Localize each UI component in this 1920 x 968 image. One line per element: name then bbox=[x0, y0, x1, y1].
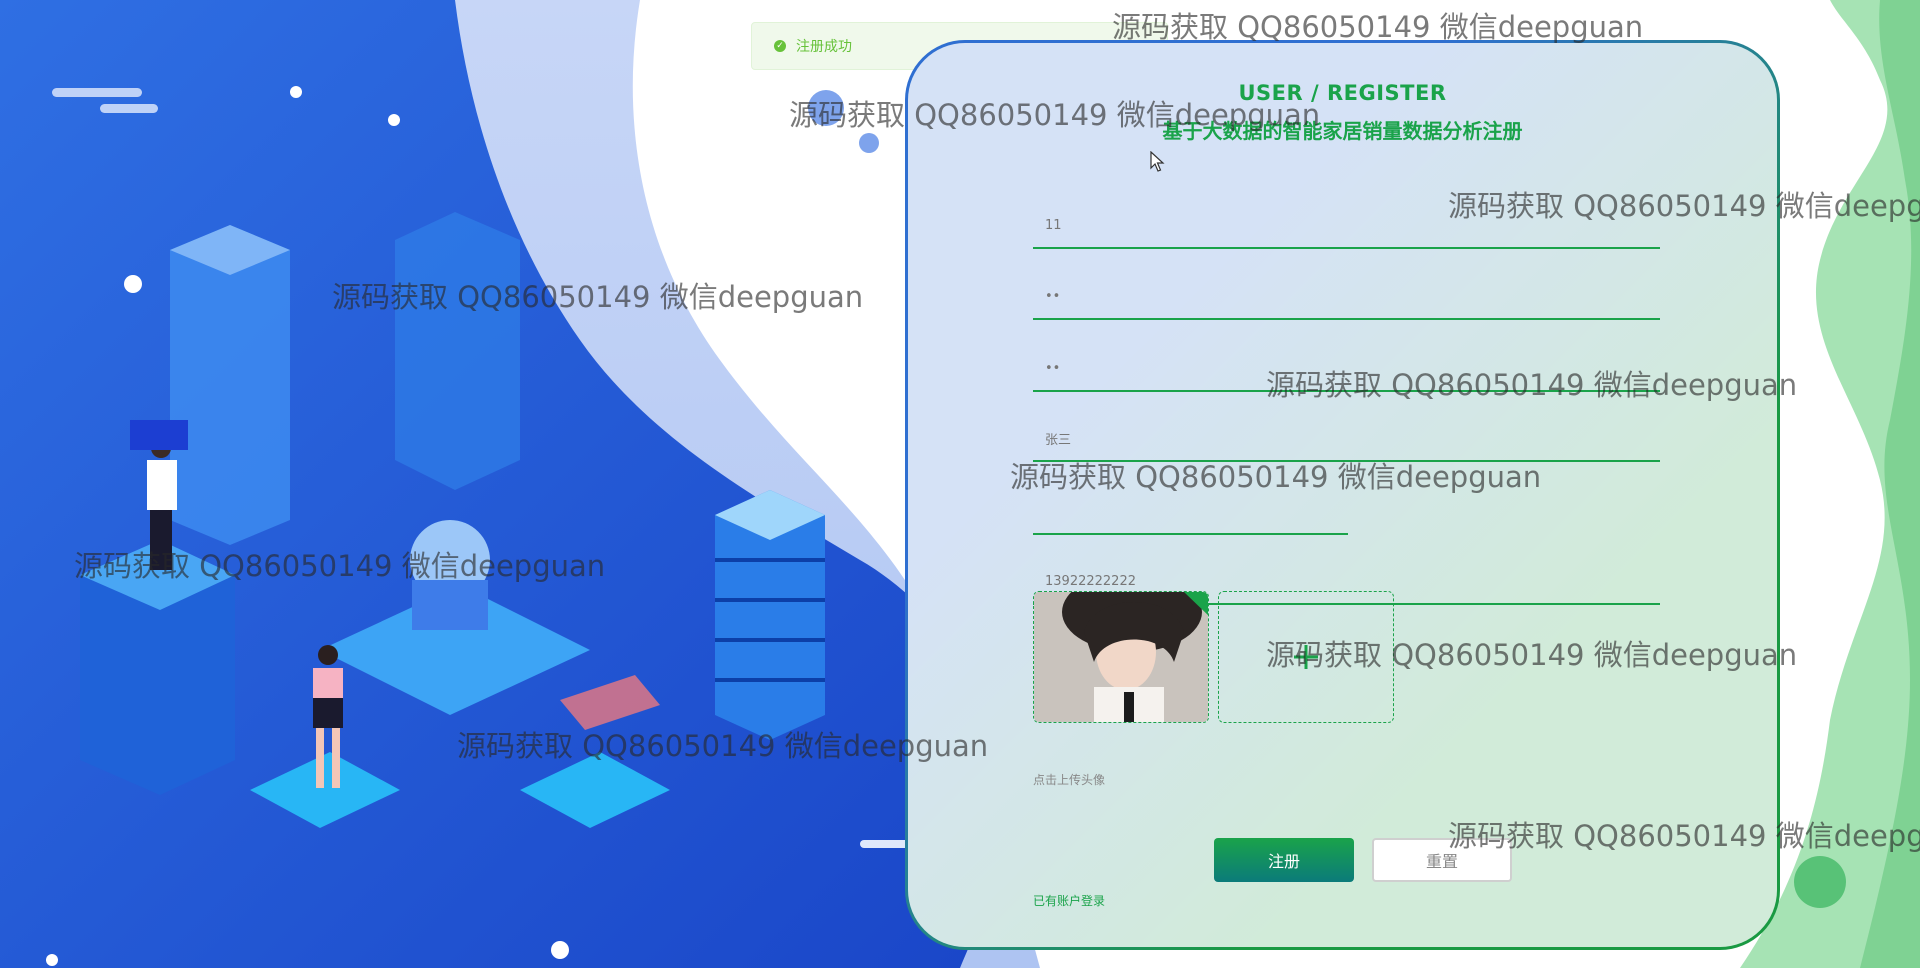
avatar-upload-button[interactable] bbox=[1218, 591, 1394, 723]
confirm-password-field-wrap bbox=[1033, 346, 1660, 392]
plus-icon bbox=[1294, 645, 1318, 669]
confirm-password-input[interactable] bbox=[1033, 346, 1660, 390]
register-card: USER / REGISTER 基于大数据的智能家居销量数据分析注册 11 ••… bbox=[905, 40, 1780, 950]
account-field-wrap bbox=[1033, 203, 1660, 249]
login-link[interactable]: 已有账户登录 bbox=[1033, 892, 1105, 909]
title-en: USER / REGISTER bbox=[1238, 81, 1447, 105]
name-field-wrap bbox=[1033, 416, 1660, 462]
name-input[interactable] bbox=[1033, 416, 1660, 460]
avatar-image bbox=[1034, 592, 1208, 722]
register-button[interactable]: 注册 bbox=[1214, 838, 1354, 882]
password-field-wrap bbox=[1033, 274, 1660, 320]
gender-select[interactable] bbox=[1033, 489, 1348, 533]
gender-select-wrap bbox=[1033, 489, 1348, 535]
avatar-thumbnail[interactable] bbox=[1033, 591, 1209, 723]
account-input[interactable] bbox=[1033, 203, 1660, 247]
mouse-cursor-icon bbox=[1150, 151, 1165, 172]
password-input[interactable] bbox=[1033, 274, 1660, 318]
toast-message: 注册成功 bbox=[796, 39, 852, 55]
title-cn: 基于大数据的智能家居销量数据分析注册 bbox=[1162, 119, 1523, 143]
reset-button[interactable]: 重置 bbox=[1372, 838, 1512, 882]
check-circle-icon: ✓ bbox=[774, 40, 786, 52]
upload-hint: 点击上传头像 bbox=[1033, 773, 1106, 787]
